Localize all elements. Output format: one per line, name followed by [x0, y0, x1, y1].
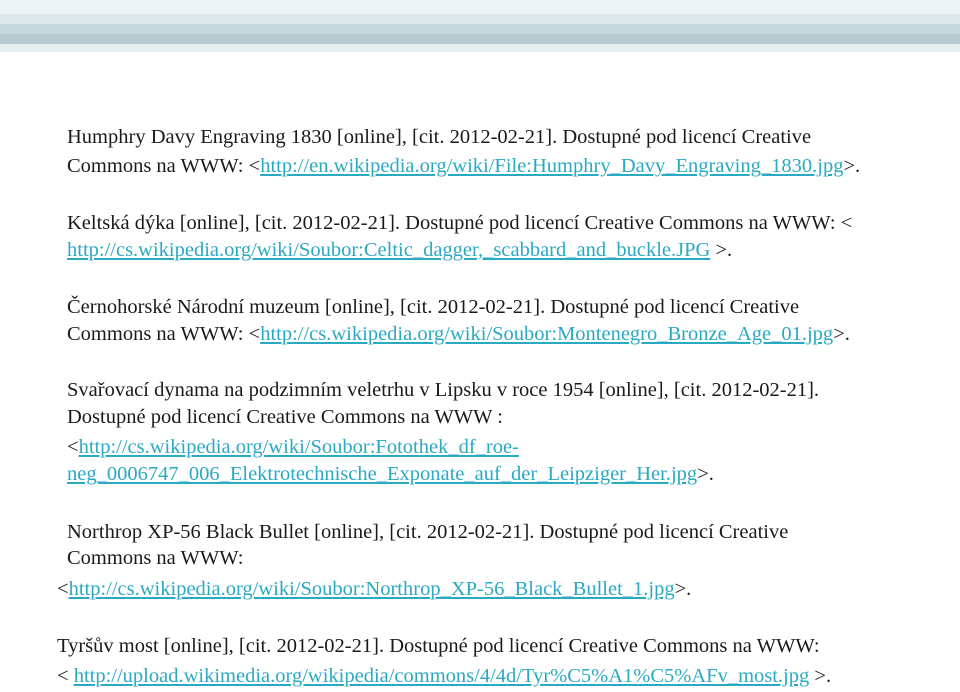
reference-5-suffix: >.: [674, 578, 692, 600]
reference-4-line-4: neg_0006747_006_Elektrotechnische_Expona…: [67, 462, 714, 486]
reference-3-suffix: >.: [833, 323, 850, 345]
reference-1-suffix: >.: [843, 155, 861, 177]
reference-2-line-1: Keltská dýka [online], [cit. 2012-02-21]…: [67, 212, 853, 234]
reference-6-link[interactable]: http://upload.wikimedia.org/wikipedia/co…: [74, 665, 810, 687]
reference-3-line-1: Černohorské Národní muzeum [online], [ci…: [67, 296, 800, 318]
reference-5-link[interactable]: http://cs.wikipedia.org/wiki/Soubor:Nort…: [69, 578, 675, 600]
reference-5-line-2: Commons na WWW:: [67, 547, 244, 569]
reference-4-link-part-2[interactable]: neg_0006747_006_Elektrotechnische_Expona…: [67, 463, 697, 485]
reference-6-line-1: Tyršův most [online], [cit. 2012-02-21].…: [57, 635, 820, 657]
reference-6-suffix: >.: [809, 665, 832, 687]
reference-1-line-1: Humphry Davy Engraving 1830 [online], [c…: [67, 126, 812, 148]
reference-4-line-2: Dostupné pod licencí Creative Commons na…: [67, 406, 503, 428]
reference-4-line-3: <http://cs.wikipedia.org/wiki/Soubor:Fot…: [67, 435, 519, 459]
reference-5-line-3: <http://cs.wikipedia.org/wiki/Soubor:Nor…: [57, 577, 691, 601]
reference-4-suffix: >.: [697, 463, 714, 485]
reference-2-link[interactable]: http://cs.wikipedia.org/wiki/Soubor:Celt…: [67, 239, 710, 261]
reference-5-line-1: Northrop XP-56 Black Bullet [online], [c…: [67, 521, 789, 543]
reference-2-line-2: http://cs.wikipedia.org/wiki/Soubor:Celt…: [67, 238, 732, 262]
reference-1-prefix: Commons na WWW: <: [67, 155, 261, 177]
reference-6-prefix: <: [57, 665, 74, 687]
reference-2-suffix: >.: [710, 239, 733, 261]
reference-3-prefix: Commons na WWW: <: [67, 323, 261, 345]
reference-4-line-1: Svařovací dynama na podzimním veletrhu v…: [67, 379, 820, 401]
reference-4-link-part-1[interactable]: http://cs.wikipedia.org/wiki/Soubor:Foto…: [79, 436, 519, 458]
reference-1-link[interactable]: http://en.wikipedia.org/wiki/File:Humphr…: [260, 155, 843, 177]
header-gradient-band: [0, 0, 960, 52]
reference-1-line-2: Commons na WWW: <http://en.wikipedia.org…: [67, 154, 860, 178]
reference-5-prefix: <: [57, 578, 69, 600]
reference-3-link[interactable]: http://cs.wikipedia.org/wiki/Soubor:Mont…: [260, 323, 833, 345]
reference-6-line-2: < http://upload.wikimedia.org/wikipedia/…: [57, 664, 831, 688]
reference-3-line-2: Commons na WWW: <http://cs.wikipedia.org…: [67, 322, 850, 346]
reference-4-prefix: <: [67, 436, 79, 458]
